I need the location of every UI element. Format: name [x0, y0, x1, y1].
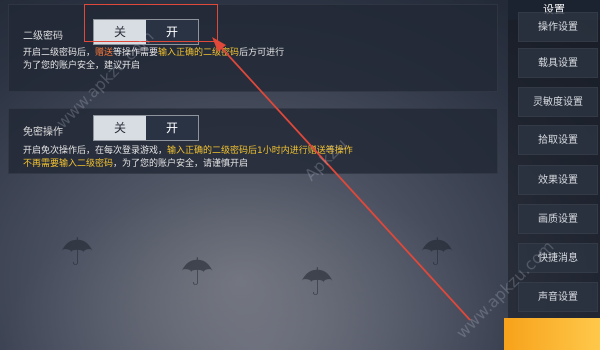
sidebar-item-vehicle[interactable]: 载具设置 — [518, 48, 598, 78]
sidebar-item-audio[interactable]: 声音设置 — [518, 282, 598, 312]
sidebar-item-sensitivity[interactable]: 灵敏度设置 — [518, 87, 598, 117]
sidebar-accent-bar — [504, 318, 600, 350]
sidebar-item-pickup[interactable]: 拾取设置 — [518, 125, 598, 155]
sidebar-item-operation[interactable]: 操作设置 — [518, 12, 598, 42]
sidebar-item-effects[interactable]: 效果设置 — [518, 165, 598, 195]
settings-sidebar: 设置 操作设置 载具设置 灵敏度设置 拾取设置 效果设置 画质设置 快捷消息 声… — [508, 0, 600, 350]
sidebar-item-graphics[interactable]: 画质设置 — [518, 204, 598, 234]
